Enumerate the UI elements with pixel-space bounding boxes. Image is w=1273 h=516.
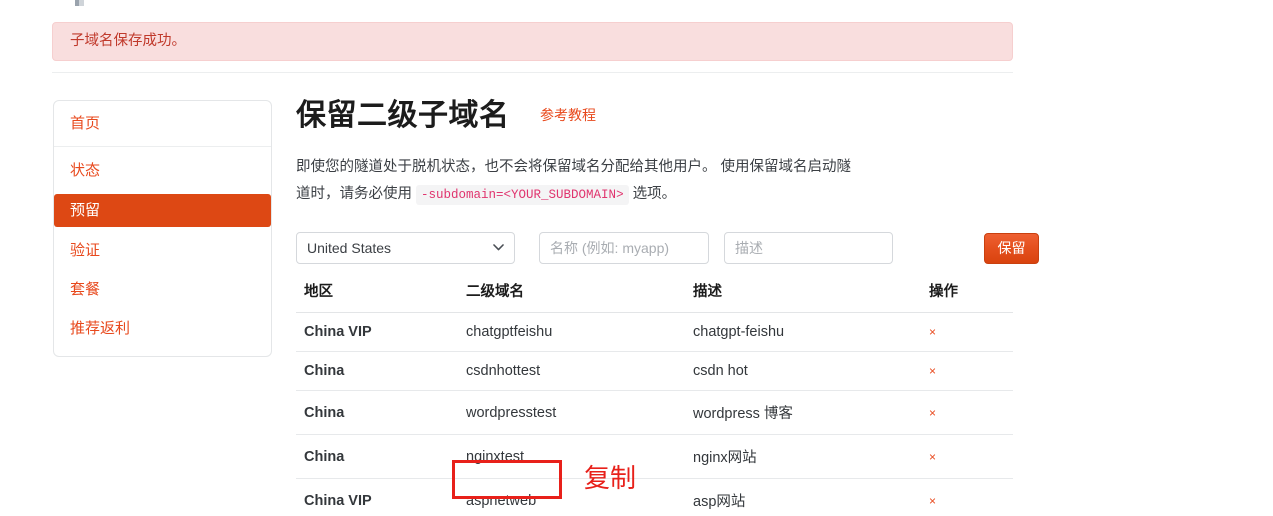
- sidebar-item-home[interactable]: 首页: [54, 101, 271, 147]
- description-text-tail: 选项。: [632, 186, 677, 202]
- sidebar-item-referral[interactable]: 推荐返利: [62, 313, 263, 344]
- table-header-row: 地区 二级域名 描述 操作: [296, 278, 1013, 313]
- cell-description: nginx网站: [685, 434, 921, 479]
- sidebar-item-verify[interactable]: 验证: [62, 235, 263, 266]
- column-header-region: 地区: [296, 278, 458, 313]
- page-description: 即使您的隧道处于脱机状态，也不会将保留域名分配给其他用户。 使用保留域名启动隧道…: [296, 154, 861, 209]
- column-header-description: 描述: [685, 278, 921, 313]
- annotation-label: 复制: [584, 463, 637, 493]
- sidebar-item-plan[interactable]: 套餐: [62, 274, 263, 305]
- title-row: 保留二级子域名 参考教程: [296, 96, 1013, 138]
- sidebar-item-label: 套餐: [70, 281, 101, 298]
- delete-icon[interactable]: ×: [929, 325, 936, 339]
- cell-region: China VIP: [304, 324, 372, 340]
- cell-actions: ×: [921, 390, 1013, 435]
- region-select-value: United States: [307, 240, 392, 256]
- subdomain-description-input[interactable]: [724, 232, 893, 264]
- sidebar-item-label: 首页: [70, 115, 101, 132]
- cell-actions: ×: [921, 351, 1013, 391]
- sidebar-item-label: 预留: [70, 202, 101, 219]
- sidebar-item-label: 推荐返利: [70, 320, 131, 337]
- cell-description: csdn hot: [685, 351, 921, 391]
- sidebar-list: 状态 预留 验证 套餐 推荐返利: [54, 147, 271, 356]
- cell-region: China: [296, 390, 458, 435]
- reserved-subdomains-table: 地区 二级域名 描述 操作 China VIP chatgptfeishu ch…: [296, 278, 1013, 516]
- sidebar-item-label: 状态: [70, 162, 101, 179]
- sidebar-nav: 首页 状态 预留 验证 套餐 推荐返利: [53, 100, 272, 357]
- chevron-down-icon: [493, 233, 504, 263]
- cell-region: China: [296, 434, 458, 479]
- cell-actions: ×: [921, 434, 1013, 479]
- cell-subdomain: nginxtest: [458, 434, 685, 479]
- tutorial-link[interactable]: 参考教程: [540, 105, 596, 125]
- region-select[interactable]: United States: [296, 232, 515, 264]
- cell-description: chatgpt-feishu: [693, 324, 785, 340]
- reserve-submit-button[interactable]: 保留: [984, 232, 1039, 264]
- cell-subdomain: aspnetweb: [458, 478, 685, 516]
- cell-region: China VIP: [296, 478, 458, 516]
- clipped-top-element: [75, 0, 84, 6]
- delete-icon[interactable]: ×: [929, 494, 936, 508]
- alert-message: 子域名保存成功。: [70, 33, 186, 49]
- cell-subdomain: wordpresstest: [458, 390, 685, 435]
- table-row: China nginxtest nginx网站 ×: [296, 434, 1013, 479]
- table-body: China VIP chatgptfeishu chatgpt-feishu ×…: [296, 313, 1013, 516]
- column-header-actions: 操作: [921, 278, 1013, 313]
- subdomain-name-input[interactable]: [539, 232, 709, 264]
- success-alert: 子域名保存成功。: [52, 22, 1013, 61]
- cell-region: China: [296, 351, 458, 391]
- table-header: 地区 二级域名 描述 操作: [296, 278, 1013, 313]
- content-divider: [52, 72, 1013, 73]
- sidebar-item-status[interactable]: 状态: [62, 155, 263, 186]
- page-root: 子域名保存成功。 首页 状态 预留 验证 套餐 推荐返利 保留二级子域名 参考教…: [0, 0, 1273, 516]
- cell-subdomain: csdnhottest: [458, 351, 685, 391]
- table-row: China VIP aspnetweb asp网站 ×: [296, 478, 1013, 516]
- delete-icon[interactable]: ×: [929, 364, 936, 378]
- subdomain-flag-code: -subdomain=<YOUR_SUBDOMAIN>: [416, 185, 629, 205]
- sidebar-item-label: 验证: [70, 242, 101, 259]
- table-row: China VIP chatgptfeishu chatgpt-feishu ×: [296, 313, 1013, 352]
- table-row: China csdnhottest csdn hot ×: [296, 351, 1013, 391]
- cell-subdomain: chatgptfeishu: [466, 324, 553, 340]
- delete-icon[interactable]: ×: [929, 450, 936, 464]
- page-title: 保留二级子域名: [296, 99, 510, 132]
- cell-actions: ×: [921, 313, 1013, 352]
- cell-description: asp网站: [685, 478, 921, 516]
- table-row: China wordpresstest wordpress 博客 ×: [296, 390, 1013, 435]
- sidebar-item-reserved[interactable]: 预留: [54, 194, 271, 227]
- reserve-form: United States 保留: [296, 232, 1039, 264]
- column-header-subdomain: 二级域名: [458, 278, 685, 313]
- cell-description: wordpress 博客: [685, 390, 921, 435]
- cell-actions: ×: [921, 478, 1013, 516]
- delete-icon[interactable]: ×: [929, 406, 936, 420]
- main-content: 保留二级子域名 参考教程 即使您的隧道处于脱机状态，也不会将保留域名分配给其他用…: [296, 96, 1013, 224]
